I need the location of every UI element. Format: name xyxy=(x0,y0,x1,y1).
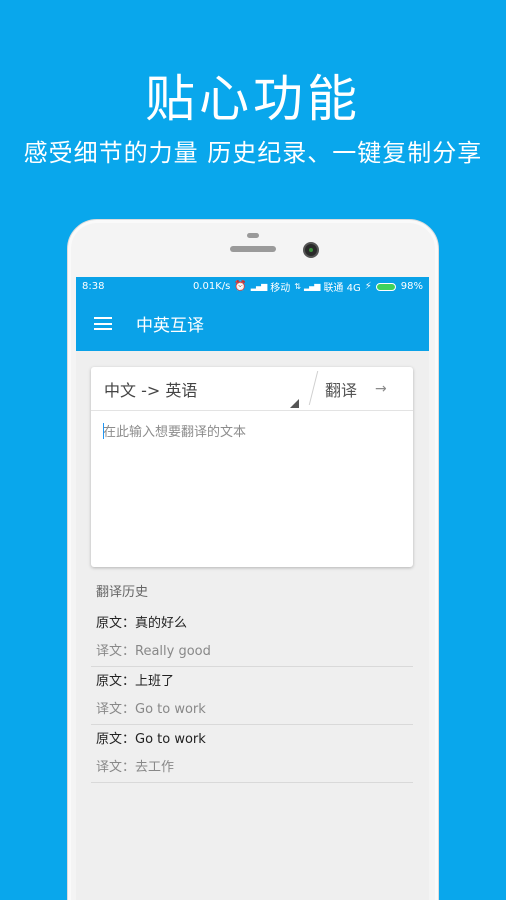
history-item[interactable]: 原文：真的好么 译文：Really good xyxy=(91,609,413,667)
sensor-dot xyxy=(247,233,259,238)
app-bar: 中英互译 xyxy=(76,296,429,351)
alarm-icon: ⏰ xyxy=(234,281,247,292)
front-camera xyxy=(303,242,319,258)
battery-level: 98% xyxy=(400,281,423,292)
text-cursor xyxy=(103,423,104,439)
promo-title: 贴心功能 xyxy=(145,70,361,128)
history-original: 原文：上班了 xyxy=(96,674,175,689)
menu-icon[interactable] xyxy=(94,317,112,330)
status-bar: 8:38 0.01K/s ⏰ ▂▄▆ 移动 ⇅ ▂▄▆ 联通 4G ⚡ 98% xyxy=(76,277,429,296)
history-item[interactable]: 原文：上班了 译文：Go to work xyxy=(91,667,413,725)
history-translation: 译文：Really good xyxy=(96,644,211,659)
carrier-2: 联通 4G xyxy=(323,283,361,294)
signal-icon-2: ▂▄▆ xyxy=(303,282,321,291)
translate-card: 中文 -> 英语 翻译 → xyxy=(91,367,413,567)
network-speed: 0.01K/s xyxy=(192,281,231,292)
history-item[interactable]: 原文：Go to work 译文：去工作 xyxy=(91,725,413,783)
phone-speaker xyxy=(230,246,276,252)
charging-icon: ⚡ xyxy=(364,281,372,292)
history-translation: 译文：Go to work xyxy=(96,702,206,717)
translate-button[interactable]: 翻译 → xyxy=(317,367,413,411)
status-time: 8:38 xyxy=(82,281,105,292)
history-translation: 译文：去工作 xyxy=(96,760,175,775)
history-original: 原文：Go to work xyxy=(96,732,206,747)
history-section: 翻译历史 原文：真的好么 译文：Really good 原文：上班了 译文：Go… xyxy=(91,577,413,783)
translate-label: 翻译 xyxy=(325,381,358,400)
carrier-1: 移动 xyxy=(270,283,291,294)
signal-icon: ▂▄▆ xyxy=(250,282,268,291)
status-indicators: 0.01K/s ⏰ ▂▄▆ 移动 ⇅ ▂▄▆ 联通 4G ⚡ 98% xyxy=(193,279,423,294)
data-arrows-icon: ⇅ xyxy=(294,282,301,291)
history-header: 翻译历史 xyxy=(96,585,149,600)
history-original: 原文：真的好么 xyxy=(96,616,188,631)
phone-screen: 8:38 0.01K/s ⏰ ▂▄▆ 移动 ⇅ ▂▄▆ 联通 4G ⚡ 98% … xyxy=(76,277,429,900)
battery-icon xyxy=(375,282,396,291)
source-text-input[interactable] xyxy=(103,421,403,551)
promo-subtitle: 感受细节的力量 历史纪录、一键复制分享 xyxy=(23,139,483,167)
card-toolbar: 中文 -> 英语 翻译 → xyxy=(91,367,413,411)
arrow-right-icon: → xyxy=(375,381,387,397)
dropdown-triangle-icon xyxy=(290,399,299,408)
language-pair-label: 中文 -> 英语 xyxy=(104,381,198,400)
app-title: 中英互译 xyxy=(136,316,204,336)
language-select[interactable]: 中文 -> 英语 xyxy=(91,367,307,411)
